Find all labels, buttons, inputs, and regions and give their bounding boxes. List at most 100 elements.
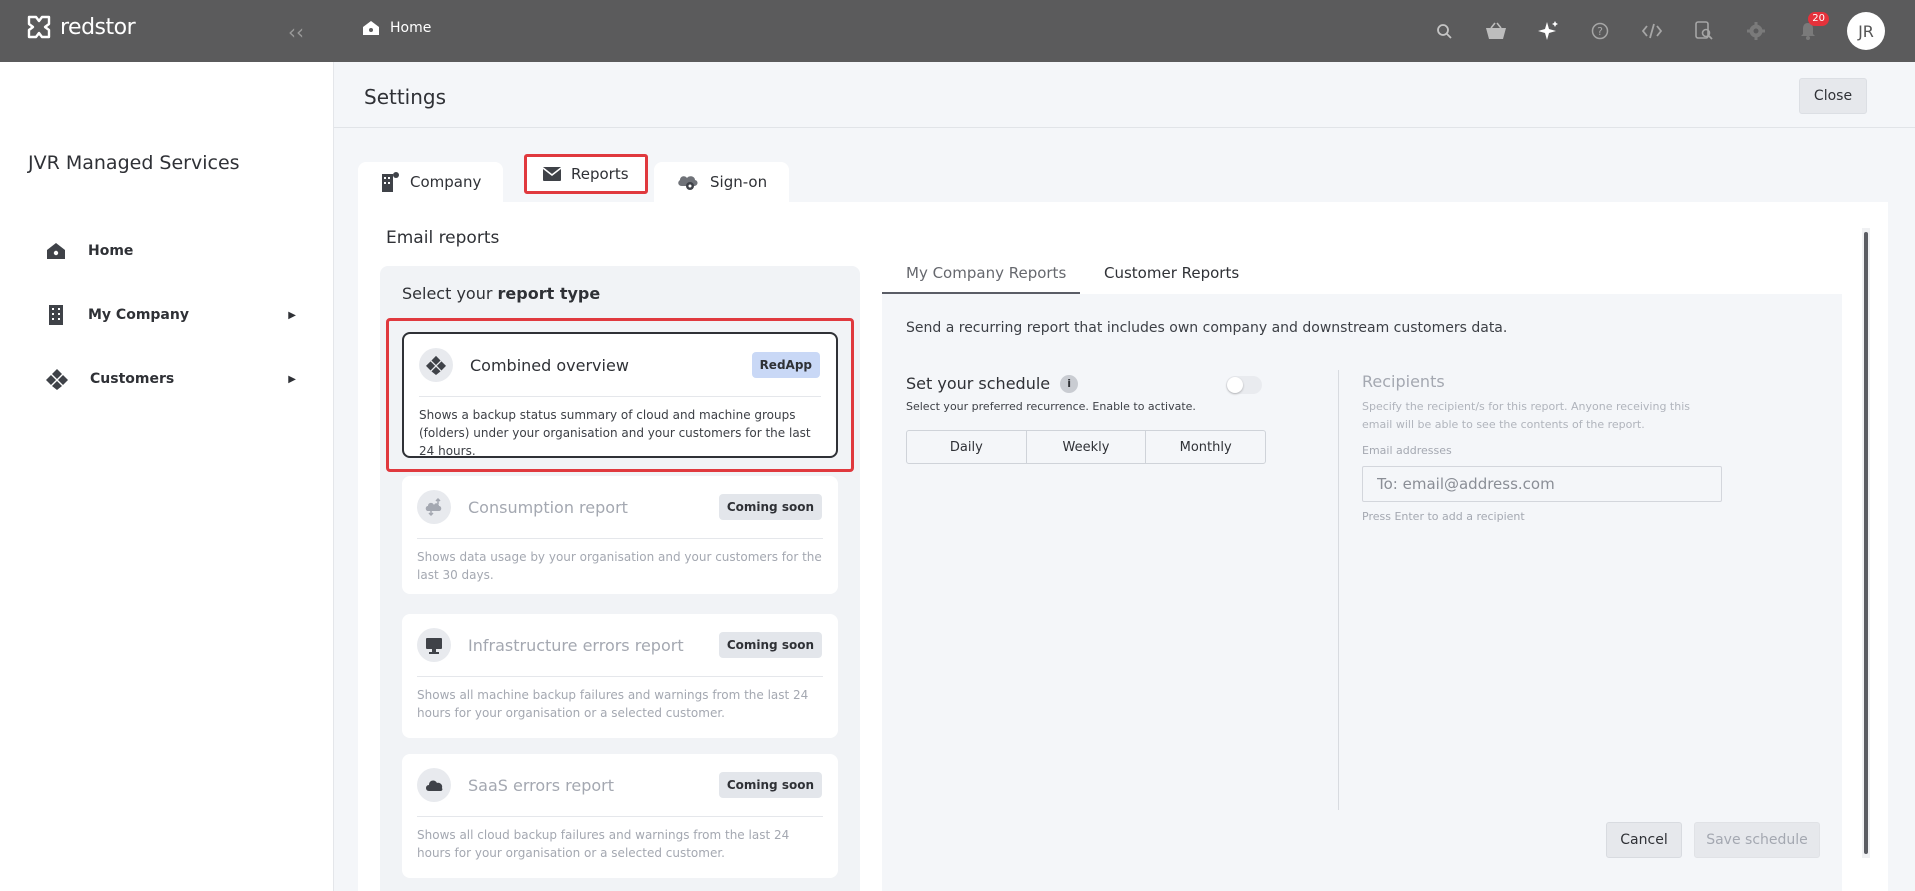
sparkle-icon[interactable]	[1535, 18, 1561, 44]
card-divider	[419, 396, 821, 397]
home-icon	[363, 21, 379, 35]
report-card-tag: Coming soon	[718, 772, 822, 798]
top-icons: ? 20 JR	[1431, 0, 1885, 62]
recurrence-weekly[interactable]: Weekly	[1027, 431, 1147, 463]
reports-panel: Email reports Select your report type Co…	[358, 202, 1888, 891]
cloud-key-icon	[678, 176, 698, 190]
redstor-logo-icon	[27, 15, 51, 39]
sidebar-item-my-company[interactable]: My Company ▶	[46, 304, 296, 326]
schedule-subtitle: Select your preferred recurrence. Enable…	[906, 400, 1196, 413]
sidebar-item-home[interactable]: Home	[46, 242, 296, 260]
user-avatar[interactable]: JR	[1847, 12, 1885, 50]
save-schedule-button[interactable]: Save schedule	[1694, 822, 1820, 858]
recurrence-selector: Daily Weekly Monthly	[906, 430, 1266, 464]
report-card-description: Shows all cloud backup failures and warn…	[417, 828, 790, 860]
sidebar: JVR Managed Services Home My Company ▶ C…	[0, 62, 334, 891]
column-divider	[1338, 370, 1339, 810]
recurrence-monthly[interactable]: Monthly	[1146, 431, 1265, 463]
schedule-title-text: Set your schedule	[906, 374, 1051, 393]
tab-sign-on[interactable]: Sign-on	[654, 162, 790, 202]
info-icon[interactable]: i	[1060, 374, 1079, 393]
breadcrumb[interactable]: Home	[362, 20, 431, 36]
email-addresses-label: Email addresses	[1362, 444, 1452, 457]
collapse-sidebar-icon[interactable]: ‹‹	[288, 20, 304, 44]
tab-reports[interactable]: Reports	[524, 154, 648, 194]
report-config-body: Send a recurring report that includes ow…	[882, 294, 1842, 891]
report-card-tag: Coming soon	[718, 494, 822, 520]
schedule-title: Set your schedule i	[906, 374, 1079, 393]
email-hint: Press Enter to add a recipient	[1362, 510, 1525, 523]
envelope-icon	[543, 167, 561, 181]
subtab-customer-reports[interactable]: Customer Reports	[1104, 264, 1239, 282]
report-card-consumption[interactable]: Consumption report Coming soon Shows dat…	[402, 476, 838, 594]
tab-company[interactable]: Company	[358, 162, 504, 202]
card-divider	[417, 816, 823, 817]
report-type-bold: report type	[497, 284, 601, 303]
recurrence-daily[interactable]: Daily	[907, 431, 1027, 463]
panel-scrollbar[interactable]	[1862, 228, 1870, 858]
brand-name: redstor	[60, 14, 136, 40]
data-usage-icon	[417, 490, 451, 524]
document-search-icon[interactable]	[1691, 18, 1717, 44]
org-name: JVR Managed Services	[28, 152, 240, 174]
sidebar-item-label: My Company	[88, 307, 189, 323]
customers-icon	[46, 369, 68, 390]
report-card-infrastructure-errors[interactable]: Infrastructure errors report Coming soon…	[402, 614, 838, 738]
report-card-title: Consumption report	[468, 498, 628, 517]
breadcrumb-home: Home	[390, 20, 432, 36]
report-card-title: SaaS errors report	[468, 776, 615, 795]
caret-right-icon: ▶	[288, 373, 296, 385]
report-intro: Send a recurring report that includes ow…	[906, 320, 1508, 336]
svg-text:?: ?	[1597, 25, 1603, 38]
main-content: Settings Close Company Reports Sign-on E…	[334, 62, 1915, 891]
brand-logo[interactable]: redstor	[26, 14, 136, 40]
report-card-saas-errors[interactable]: SaaS errors report Coming soon Shows all…	[402, 754, 838, 878]
tab-label: Reports	[571, 165, 629, 183]
notification-badge: 20	[1808, 12, 1829, 26]
caret-right-icon: ▶	[288, 309, 296, 321]
search-icon[interactable]	[1431, 18, 1457, 44]
scrollbar-thumb[interactable]	[1864, 232, 1868, 854]
tab-label: Sign-on	[710, 173, 768, 191]
home-icon	[47, 243, 65, 259]
close-button[interactable]: Close	[1799, 78, 1867, 114]
subtab-my-company-reports[interactable]: My Company Reports	[906, 264, 1066, 282]
company-settings-icon	[382, 172, 399, 192]
report-config: My Company Reports Customer Reports Send…	[882, 254, 1868, 891]
report-card-tag: RedApp	[751, 352, 820, 378]
basket-icon[interactable]	[1483, 18, 1509, 44]
page-title: Settings	[364, 85, 447, 109]
building-icon	[49, 305, 63, 325]
report-card-description: Shows a backup status summary of cloud a…	[419, 408, 811, 458]
tab-label: Company	[410, 173, 482, 191]
report-card-description: Shows data usage by your organisation an…	[417, 550, 822, 582]
report-card-tag: Coming soon	[718, 632, 822, 658]
code-icon[interactable]	[1639, 18, 1665, 44]
report-card-description: Shows all machine backup failures and wa…	[417, 688, 809, 720]
report-card-title: Combined overview	[470, 356, 629, 375]
top-bar: redstor ‹‹ Home ? 20 JR	[0, 0, 1915, 62]
report-type-prefix: Select your	[402, 284, 498, 303]
cloud-icon	[417, 768, 451, 802]
email-input[interactable]	[1362, 466, 1722, 502]
recipients-title: Recipients	[1362, 372, 1445, 391]
notifications-bell-icon[interactable]: 20	[1795, 12, 1829, 44]
report-type-list: Select your report type Combined overvie…	[380, 266, 860, 891]
sidebar-item-label: Customers	[90, 371, 175, 387]
section-title: Email reports	[386, 228, 500, 248]
gear-icon[interactable]	[1743, 18, 1769, 44]
recipients-subtitle: Specify the recipient/s for this report.…	[1362, 400, 1691, 431]
customers-icon	[419, 348, 453, 382]
schedule-toggle[interactable]	[1226, 376, 1262, 394]
sidebar-item-customers[interactable]: Customers ▶	[46, 368, 296, 390]
settings-header: Settings Close	[334, 62, 1915, 128]
help-icon[interactable]: ?	[1587, 18, 1613, 44]
report-card-title: Infrastructure errors report	[468, 636, 684, 655]
report-type-label: Select your report type	[402, 284, 600, 303]
sidebar-item-label: Home	[88, 243, 134, 259]
cancel-button[interactable]: Cancel	[1606, 822, 1682, 858]
report-subtabs: My Company Reports Customer Reports	[882, 254, 1868, 294]
report-card-combined-overview[interactable]: Combined overview RedApp Shows a backup …	[402, 332, 838, 458]
card-divider	[417, 538, 823, 539]
monitor-icon	[417, 628, 451, 662]
